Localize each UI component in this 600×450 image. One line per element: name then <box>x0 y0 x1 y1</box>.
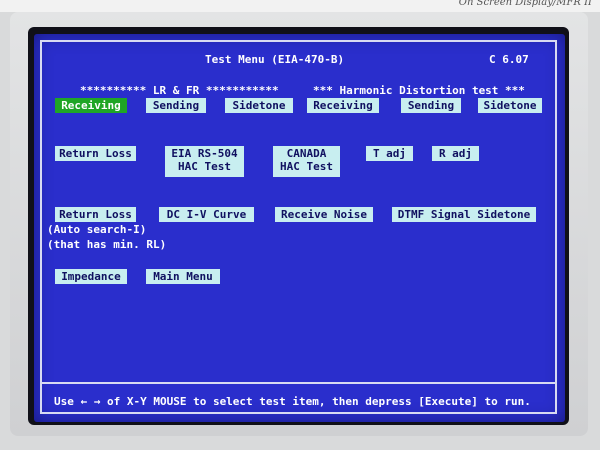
group-label-lr-fr: ********** LR & FR *********** <box>80 84 279 97</box>
harmonic-receiving-button[interactable]: Receiving <box>307 98 379 113</box>
eia-rs504-label: EIA RS-504 <box>171 147 238 160</box>
r-adj-button[interactable]: R adj <box>432 146 479 161</box>
impedance-button[interactable]: Impedance <box>55 269 127 284</box>
dtmf-signal-sidetone-button[interactable]: DTMF Signal Sidetone <box>392 207 536 222</box>
bezel-label: On Screen Display/MFR II <box>458 0 592 8</box>
footer-divider <box>40 382 557 384</box>
eia-rs504-hac-test-button[interactable]: EIA RS-504 HAC Test <box>165 146 244 177</box>
group-label-harmonic: *** Harmonic Distortion test *** <box>313 84 525 97</box>
crt-screen: Test Menu (EIA-470-B) C 6.07 ********** … <box>34 34 565 422</box>
footer-instructions: Use ← → of X-Y MOUSE to select test item… <box>54 395 531 408</box>
return-loss-button[interactable]: Return Loss <box>55 146 136 161</box>
receive-noise-button[interactable]: Receive Noise <box>275 207 373 222</box>
monitor-bezel-top: On Screen Display/MFR II <box>0 0 600 12</box>
eia-hac-test-label: HAC Test <box>178 160 231 173</box>
harmonic-sending-button[interactable]: Sending <box>401 98 461 113</box>
return-loss-auto-search-button[interactable]: Return Loss <box>55 207 136 222</box>
auto-search-note: (Auto search-I) <box>47 223 147 236</box>
lr-fr-sending-button[interactable]: Sending <box>146 98 206 113</box>
lr-fr-receiving-button[interactable]: Receiving <box>55 98 127 113</box>
dc-iv-curve-button[interactable]: DC I-V Curve <box>159 207 254 222</box>
version-label: C 6.07 <box>489 53 529 66</box>
canada-hac-test-label: HAC Test <box>280 160 333 173</box>
canada-label: CANADA <box>286 147 327 160</box>
lr-fr-sidetone-button[interactable]: Sidetone <box>225 98 293 113</box>
canada-hac-test-button[interactable]: CANADA HAC Test <box>273 146 340 177</box>
harmonic-sidetone-button[interactable]: Sidetone <box>478 98 542 113</box>
main-menu-button[interactable]: Main Menu <box>146 269 220 284</box>
t-adj-button[interactable]: T adj <box>366 146 413 161</box>
page-title: Test Menu (EIA-470-B) <box>205 53 345 66</box>
min-rl-note: (that has min. RL) <box>47 238 167 251</box>
